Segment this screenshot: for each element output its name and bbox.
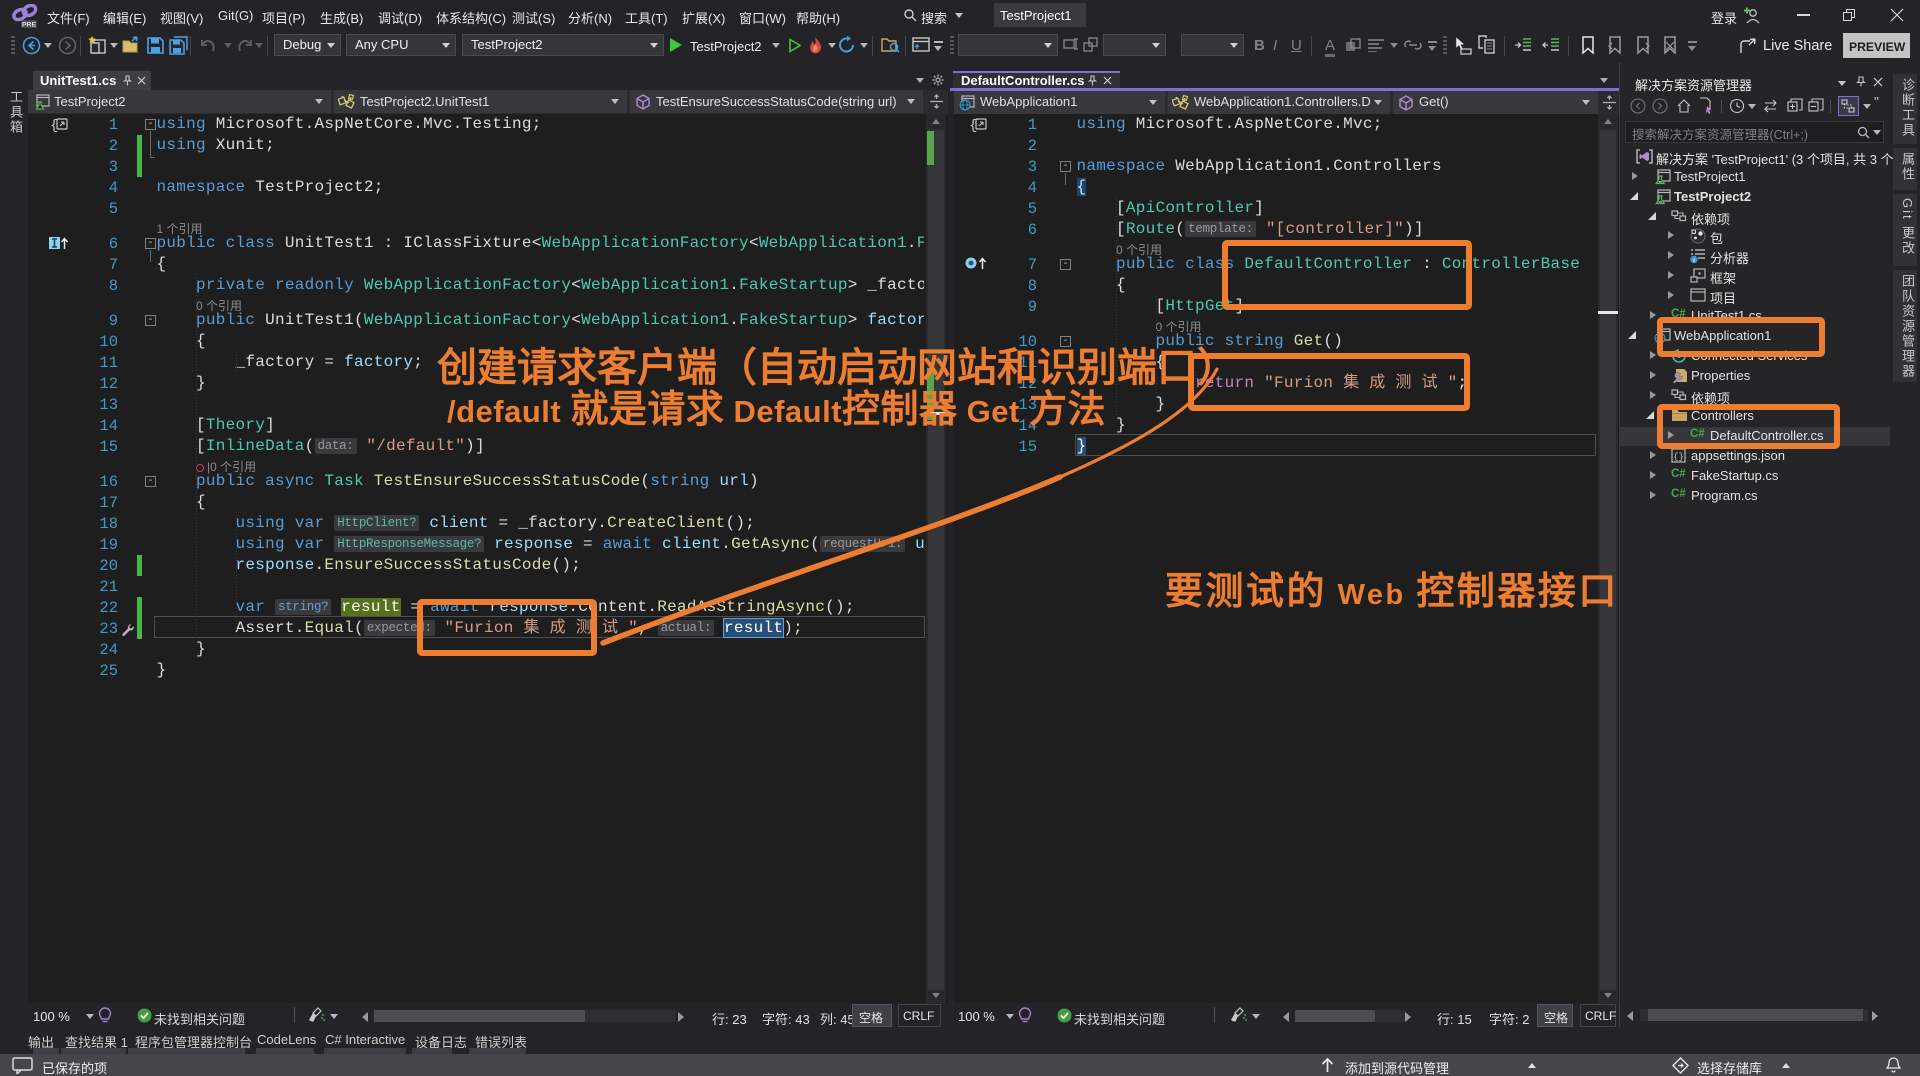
svg-text:PRE: PRE	[22, 22, 36, 29]
svg-text:i: i	[1693, 257, 1695, 264]
svg-text:{}: {}	[1673, 452, 1684, 462]
